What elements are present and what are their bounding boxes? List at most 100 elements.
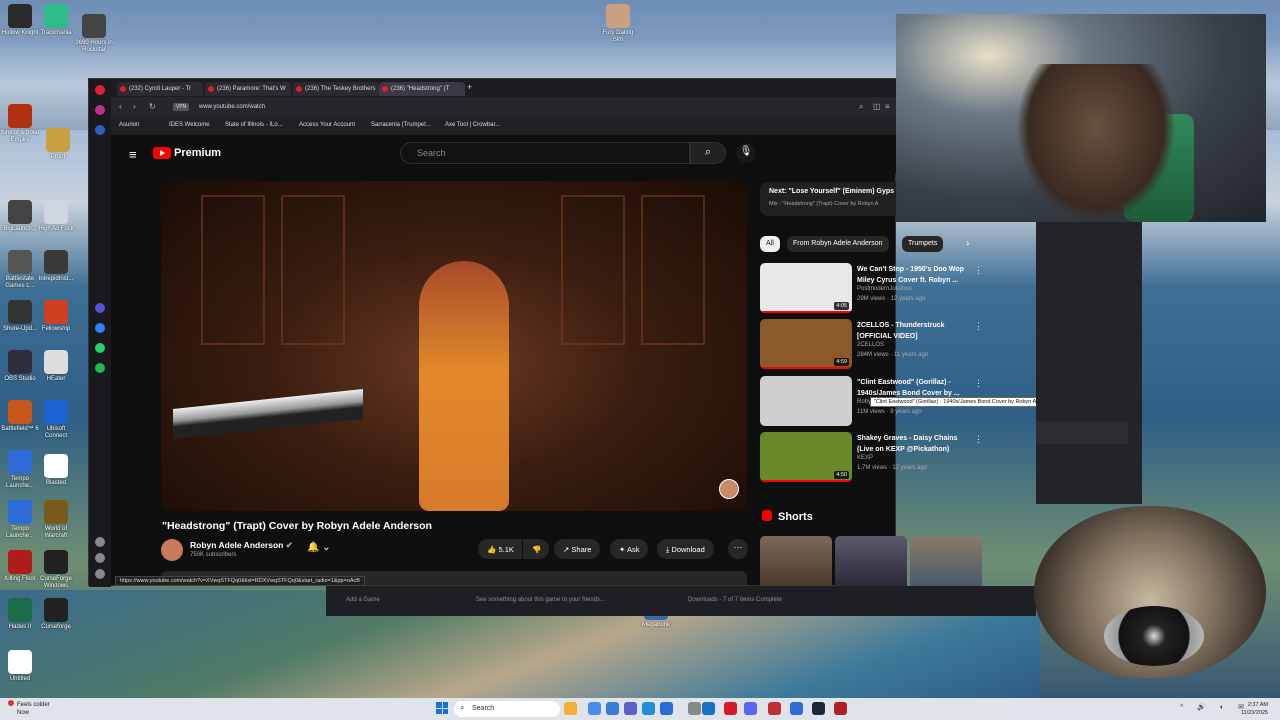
- video-player[interactable]: [161, 181, 747, 511]
- desktop-icon[interactable]: HEater: [36, 350, 76, 383]
- bookmark-icon[interactable]: [95, 125, 105, 135]
- spotify-icon[interactable]: [95, 363, 105, 373]
- desktop-icon[interactable]: Killing Floor: [0, 550, 40, 583]
- calendar-icon[interactable]: [790, 702, 803, 715]
- widgets-icon[interactable]: [606, 702, 619, 715]
- desktop-icon[interactable]: Sins of a Solar Empire: [0, 104, 40, 144]
- url-field[interactable]: VPN www.youtube.com/watch: [169, 101, 849, 113]
- explorer-icon[interactable]: [564, 702, 577, 715]
- desktop-icon[interactable]: Tempo Launche...: [0, 500, 40, 540]
- channel-watermark[interactable]: [719, 479, 739, 499]
- more-vertical-icon[interactable]: ⋮: [974, 434, 983, 445]
- playlist-panel[interactable]: Next: "Lose Yourself" (Eminem) Gyps Mix …: [760, 182, 896, 216]
- tab-1[interactable]: (232) Cyndi Lauper - Tr: [117, 82, 203, 96]
- desktop-icon[interactable]: IntrepidInst...: [36, 250, 76, 283]
- download-button[interactable]: ⤓ Download: [657, 539, 714, 559]
- notification-bell-icon[interactable]: 🔔 ⌄: [307, 542, 331, 553]
- tab-4-active[interactable]: (236) "Headstrong" (T: [379, 82, 465, 96]
- copilot-icon[interactable]: [588, 702, 601, 715]
- desktop-icon[interactable]: Trackmania: [36, 4, 76, 37]
- tab-2[interactable]: (236) Paramore: That's W: [205, 82, 291, 96]
- edge-icon[interactable]: [642, 702, 655, 715]
- more-vertical-icon[interactable]: ⋮: [974, 378, 983, 389]
- bookmark-item[interactable]: Axe Tool | Crowbar...: [445, 122, 500, 128]
- vpn-badge[interactable]: VPN: [173, 103, 190, 111]
- share-button[interactable]: ↗ Share: [554, 539, 601, 559]
- teams-icon[interactable]: [624, 702, 637, 715]
- back-icon[interactable]: ‹: [119, 102, 122, 111]
- search-input[interactable]: Search: [400, 142, 690, 164]
- desktop-icon[interactable]: World of Warcraft: [36, 500, 76, 540]
- more-actions-button[interactable]: ⋯: [728, 539, 748, 559]
- bookmark-item[interactable]: State of Illinois - ILo...: [225, 122, 283, 128]
- recommendation-item[interactable]: 4:59 2CELLOS - Thunderstruck [OFFICIAL VI…: [760, 319, 990, 371]
- browser-active-icon[interactable]: [768, 702, 781, 715]
- chip-all[interactable]: All: [760, 236, 780, 252]
- new-tab-icon[interactable]: +: [467, 82, 472, 92]
- desktop-icon[interactable]: Blasted: [36, 454, 76, 487]
- recommendation-channel[interactable]: KEXP: [857, 455, 873, 461]
- search-page-icon[interactable]: ⌕: [859, 102, 863, 112]
- chip-from-channel[interactable]: From Robyn Adele Anderson: [787, 236, 889, 252]
- dislike-button[interactable]: 👎: [523, 539, 549, 559]
- game-icon[interactable]: [834, 702, 847, 715]
- opera-logo-icon[interactable]: [95, 85, 105, 95]
- video-thumbnail[interactable]: 4:59: [760, 319, 852, 369]
- desktop-icon[interactable]: OBS Studio: [0, 350, 40, 383]
- discord-icon[interactable]: [744, 702, 757, 715]
- add-game-button[interactable]: Add a Game: [346, 597, 380, 603]
- channel-name[interactable]: Robyn Adele Anderson ✔: [190, 540, 293, 551]
- steam-icon[interactable]: [812, 702, 825, 715]
- recommendation-title[interactable]: "Clint Eastwood" (Gorillaz) - 1940s/Jame…: [857, 377, 975, 399]
- reload-icon[interactable]: ↻: [149, 102, 156, 111]
- desktop-icon[interactable]: BigLaunch...: [0, 200, 40, 233]
- video-thumbnail[interactable]: [760, 376, 852, 426]
- short-thumbnail[interactable]: [835, 536, 907, 586]
- desktop-icon[interactable]: Shure-Upd...: [0, 300, 40, 333]
- like-button[interactable]: 👍 5.1K: [478, 539, 522, 559]
- bookmark-item[interactable]: Access Your Account: [299, 122, 355, 128]
- desktop-icon[interactable]: Curseforge: [36, 598, 76, 631]
- chevron-right-icon[interactable]: ›: [966, 238, 969, 249]
- video-thumbnail[interactable]: 4:05: [760, 263, 852, 313]
- recommendation-item[interactable]: 4:50 Shakey Graves - Daisy Chains (Live o…: [760, 432, 990, 484]
- snapshot-icon[interactable]: ◫: [873, 102, 881, 111]
- ask-button[interactable]: ✦ Ask: [610, 539, 649, 559]
- short-thumbnail[interactable]: [910, 536, 982, 586]
- home-icon[interactable]: [95, 105, 105, 115]
- taskbar-search[interactable]: ⌕ Search: [454, 701, 560, 717]
- whatsapp-icon[interactable]: [95, 343, 105, 353]
- clock[interactable]: 2:37 AM 11/23/2025: [1241, 701, 1268, 717]
- mail-icon[interactable]: [688, 702, 701, 715]
- recommendation-title[interactable]: 2CELLOS - Thunderstruck [OFFICIAL VIDEO]: [857, 320, 975, 342]
- messenger-icon[interactable]: [95, 323, 105, 333]
- desktop-icon-fury-dating-sim[interactable]: Fury Dating Sim: [598, 4, 638, 44]
- desktop-icon[interactable]: Hades II: [0, 598, 40, 631]
- desktop-icon[interactable]: Battlefield™ 6: [0, 400, 40, 433]
- recommendation-channel[interactable]: PostmodernJukebox: [857, 286, 912, 292]
- menu-icon[interactable]: ≡: [885, 102, 890, 111]
- more-vertical-icon[interactable]: ⋮: [974, 265, 983, 276]
- desktop-icon[interactable]: Untitled: [0, 650, 40, 683]
- youtube-premium-logo[interactable]: Premium: [153, 147, 221, 159]
- chip-trumpets[interactable]: Trumpets: [902, 236, 944, 252]
- opera-icon[interactable]: [724, 702, 737, 715]
- bookmark-item[interactable]: IDES Welcome: [169, 122, 210, 128]
- channel-avatar[interactable]: [161, 539, 183, 561]
- outlook-icon[interactable]: [702, 702, 715, 715]
- tab-3[interactable]: (236) The Teskey Brothers: [293, 82, 379, 96]
- search-button[interactable]: ⌕: [690, 142, 726, 164]
- store-icon[interactable]: [660, 702, 673, 715]
- desktop-icon[interactable]: Ubisoft Connect: [36, 400, 76, 440]
- bookmark-item[interactable]: Sarracenia (Trumpet...: [371, 122, 431, 128]
- more-vertical-icon[interactable]: ⋮: [974, 321, 983, 332]
- short-thumbnail[interactable]: [760, 536, 832, 586]
- desktop-icon[interactable]: Hollow Knight: [0, 4, 40, 37]
- forward-icon[interactable]: ›: [133, 102, 136, 111]
- voice-search-button[interactable]: 🎙: [736, 143, 756, 163]
- desktop-icon[interactable]: Tempo Launche...: [0, 450, 40, 490]
- aria-icon[interactable]: [95, 303, 105, 313]
- desktop-icon[interactable]: Battlestate Games L...: [0, 250, 40, 290]
- bookmark-item[interactable]: Asurion: [119, 122, 139, 128]
- downloads-status[interactable]: Downloads - 7 of 7 Items Complete: [688, 597, 782, 603]
